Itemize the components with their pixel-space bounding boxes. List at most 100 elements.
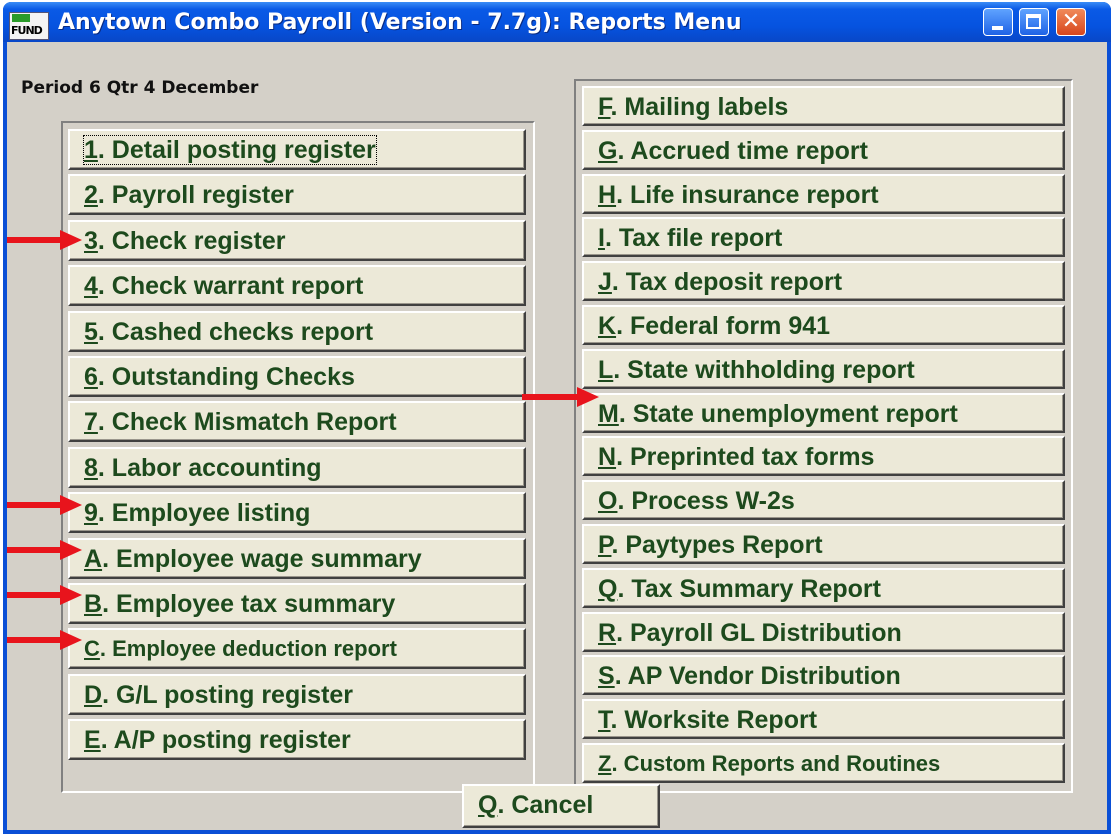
hotkey-letter: N [598, 443, 617, 472]
menu-button-a[interactable]: A. Employee wage summary [68, 537, 526, 579]
menu-button-label: . Mailing labels [610, 93, 789, 121]
menu-button-text: 2. Payroll register [84, 181, 294, 209]
hotkey-letter: 9 [84, 499, 98, 528]
menu-button-label: . Paytypes Report [611, 531, 823, 559]
menu-button-2[interactable]: 2. Payroll register [68, 174, 526, 216]
menu-button-text: I. Tax file report [598, 224, 782, 252]
menu-button-label: . Worksite Report [610, 706, 818, 735]
menu-button-7[interactable]: 7. Check Mismatch Report [68, 401, 526, 443]
menu-button-4[interactable]: 4. Check warrant report [68, 265, 526, 307]
minimize-button[interactable] [983, 8, 1013, 36]
menu-button-1[interactable]: 1. Detail posting register [68, 129, 526, 170]
menu-button-label: . A/P posting register [100, 726, 351, 755]
hotkey-letter: H [598, 180, 617, 209]
menu-button-e[interactable]: E. A/P posting register [68, 719, 526, 761]
menu-button-p[interactable]: P. Paytypes Report [582, 524, 1065, 564]
menu-button-i[interactable]: I. Tax file report [582, 217, 1065, 258]
menu-button-text: P. Paytypes Report [598, 531, 823, 559]
menu-button-text: Q. Tax Summary Report [598, 575, 881, 603]
hotkey-letter: I [598, 224, 605, 253]
menu-button-8[interactable]: 8. Labor accounting [68, 446, 526, 488]
hotkey-letter: 2 [84, 181, 98, 210]
menu-button-q[interactable]: Q. Tax Summary Report [582, 567, 1065, 608]
menu-button-m[interactable]: M. State unemployment report [582, 392, 1065, 433]
app-window: FUND Anytown Combo Payroll (Version - 7.… [3, 2, 1111, 834]
hotkey-letter: 8 [84, 453, 98, 482]
hotkey-letter: P [598, 531, 612, 559]
hotkey-letter: T [598, 706, 611, 735]
close-button[interactable]: ✕ [1056, 8, 1086, 36]
menu-button-5[interactable]: 5. Cashed checks report [68, 310, 526, 352]
menu-button-text: L. State withholding report [598, 356, 915, 384]
hotkey-letter: M [598, 399, 619, 428]
hotkey-letter: Q [598, 574, 618, 603]
menu-button-text: A. Employee wage summary [84, 545, 422, 573]
menu-button-h[interactable]: H. Life insurance report [582, 173, 1065, 214]
menu-button-text: H. Life insurance report [598, 181, 879, 209]
menu-button-text: 9. Employee listing [84, 499, 310, 527]
period-label: Period 6 Qtr 4 December [21, 78, 259, 98]
maximize-button[interactable] [1019, 8, 1049, 36]
menu-button-d[interactable]: D. G/L posting register [68, 673, 526, 715]
menu-button-9[interactable]: 9. Employee listing [68, 492, 526, 534]
menu-button-6[interactable]: 6. Outstanding Checks [68, 356, 526, 397]
menu-button-label: . State unemployment report [618, 399, 958, 428]
hotkey-letter: 6 [84, 363, 98, 391]
hotkey-letter: O [598, 487, 618, 516]
menu-button-label: . Detail posting register [97, 136, 376, 164]
menu-button-c[interactable]: C. Employee deduction report [68, 628, 526, 670]
menu-button-text: 6. Outstanding Checks [84, 363, 355, 391]
minimize-icon [992, 26, 1003, 30]
hotkey-letter: 1 [84, 136, 98, 164]
menu-button-label: . Outstanding Checks [97, 363, 355, 391]
menu-button-label: . Cashed checks report [97, 317, 374, 346]
menu-button-s[interactable]: S. AP Vendor Distribution [582, 655, 1065, 696]
hotkey-letter: 5 [84, 317, 98, 346]
dialog-body: Period 6 Qtr 4 December 1. Detail postin… [7, 42, 1107, 830]
menu-button-text: D. G/L posting register [84, 681, 353, 709]
app-icon-text: FUND [11, 24, 43, 37]
menu-button-t[interactable]: T. Worksite Report [582, 699, 1065, 740]
menu-button-n[interactable]: N. Preprinted tax forms [582, 436, 1065, 477]
menu-button-label: . Check register [97, 226, 286, 255]
menu-button-g[interactable]: G. Accrued time report [582, 129, 1065, 170]
hotkey-letter: G [598, 136, 618, 165]
menu-button-r[interactable]: R. Payroll GL Distribution [582, 611, 1065, 652]
hotkey-letter: Z [598, 751, 612, 776]
menu-button-label: . Preprinted tax forms [616, 443, 875, 472]
window-title: Anytown Combo Payroll (Version - 7.7g): … [58, 10, 742, 35]
menu-button-o[interactable]: O. Process W-2s [582, 480, 1065, 521]
hotkey-letter: 3 [84, 226, 98, 255]
menu-button-k[interactable]: K. Federal form 941 [582, 305, 1065, 345]
hotkey-letter: 7 [84, 408, 98, 437]
hotkey-letter: S [598, 662, 615, 691]
menu-button-label: . Life insurance report [616, 180, 879, 209]
menu-button-text: 3. Check register [84, 227, 286, 255]
menu-button-l[interactable]: L. State withholding report [582, 348, 1065, 389]
arrow-state-unemployment-report-icon [522, 387, 599, 407]
hotkey-letter: A [84, 544, 103, 573]
menu-button-text: Z. Custom Reports and Routines [598, 751, 940, 776]
menu-button-label: . Check Mismatch Report [97, 408, 397, 437]
menu-button-label: . Accrued time report [617, 136, 868, 165]
menu-button-text: N. Preprinted tax forms [598, 443, 874, 471]
hotkey-letter: F [598, 93, 611, 121]
menu-button-text: S. AP Vendor Distribution [598, 662, 901, 690]
arrow-employee-deduction-report-icon [7, 630, 82, 650]
menu-button-text: M. State unemployment report [598, 400, 958, 428]
cancel-button[interactable]: Q. Cancel [462, 784, 660, 828]
menu-button-label: . Employee deduction report [99, 636, 397, 662]
menu-button-text: O. Process W-2s [598, 487, 795, 515]
menu-button-z[interactable]: Z. Custom Reports and Routines [582, 743, 1065, 783]
title-bar[interactable]: FUND Anytown Combo Payroll (Version - 7.… [3, 2, 1111, 42]
menu-button-text: 5. Cashed checks report [84, 318, 373, 346]
hotkey-letter: R [598, 618, 617, 647]
menu-button-j[interactable]: J. Tax deposit report [582, 261, 1065, 302]
menu-button-3[interactable]: 3. Check register [68, 219, 526, 261]
menu-button-label: . Federal form 941 [616, 312, 831, 340]
menu-button-label: . Cancel [497, 791, 594, 819]
menu-button-b[interactable]: B. Employee tax summary [68, 583, 526, 624]
menu-button-text: 4. Check warrant report [84, 272, 363, 300]
menu-button-f[interactable]: F. Mailing labels [582, 86, 1065, 126]
menu-button-text: C. Employee deduction report [84, 636, 397, 661]
